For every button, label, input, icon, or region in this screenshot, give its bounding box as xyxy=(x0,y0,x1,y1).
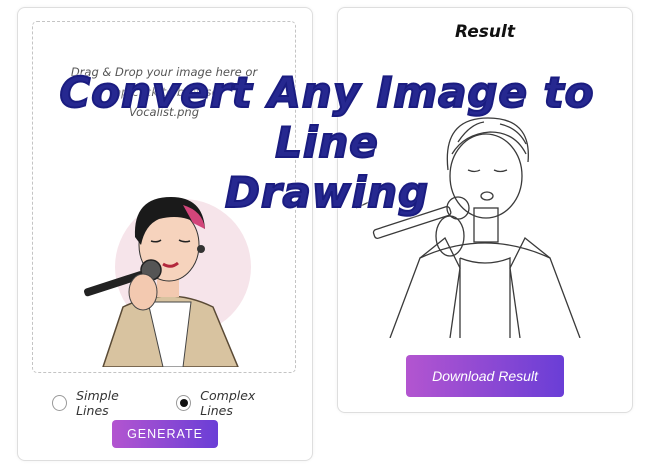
overlay-headline: Convert Any Image to Line Drawing xyxy=(0,67,654,218)
overlay-headline-line2: Drawing xyxy=(224,167,430,218)
simple-lines-label: Simple Lines xyxy=(76,388,119,418)
complex-lines-option[interactable]: Complex Lines xyxy=(176,388,286,418)
result-title: Result xyxy=(455,22,515,42)
generate-button[interactable]: GENERATE xyxy=(112,420,218,448)
line-style-options: Simple Lines Complex Lines xyxy=(52,388,312,418)
download-result-button[interactable]: Download Result xyxy=(406,355,564,397)
overlay-headline-line1: Convert Any Image to Line xyxy=(58,67,595,168)
simple-lines-option[interactable]: Simple Lines xyxy=(52,388,150,418)
complex-lines-radio[interactable] xyxy=(176,395,192,411)
complex-lines-label: Complex Lines xyxy=(200,388,256,418)
simple-lines-radio[interactable] xyxy=(52,395,68,411)
